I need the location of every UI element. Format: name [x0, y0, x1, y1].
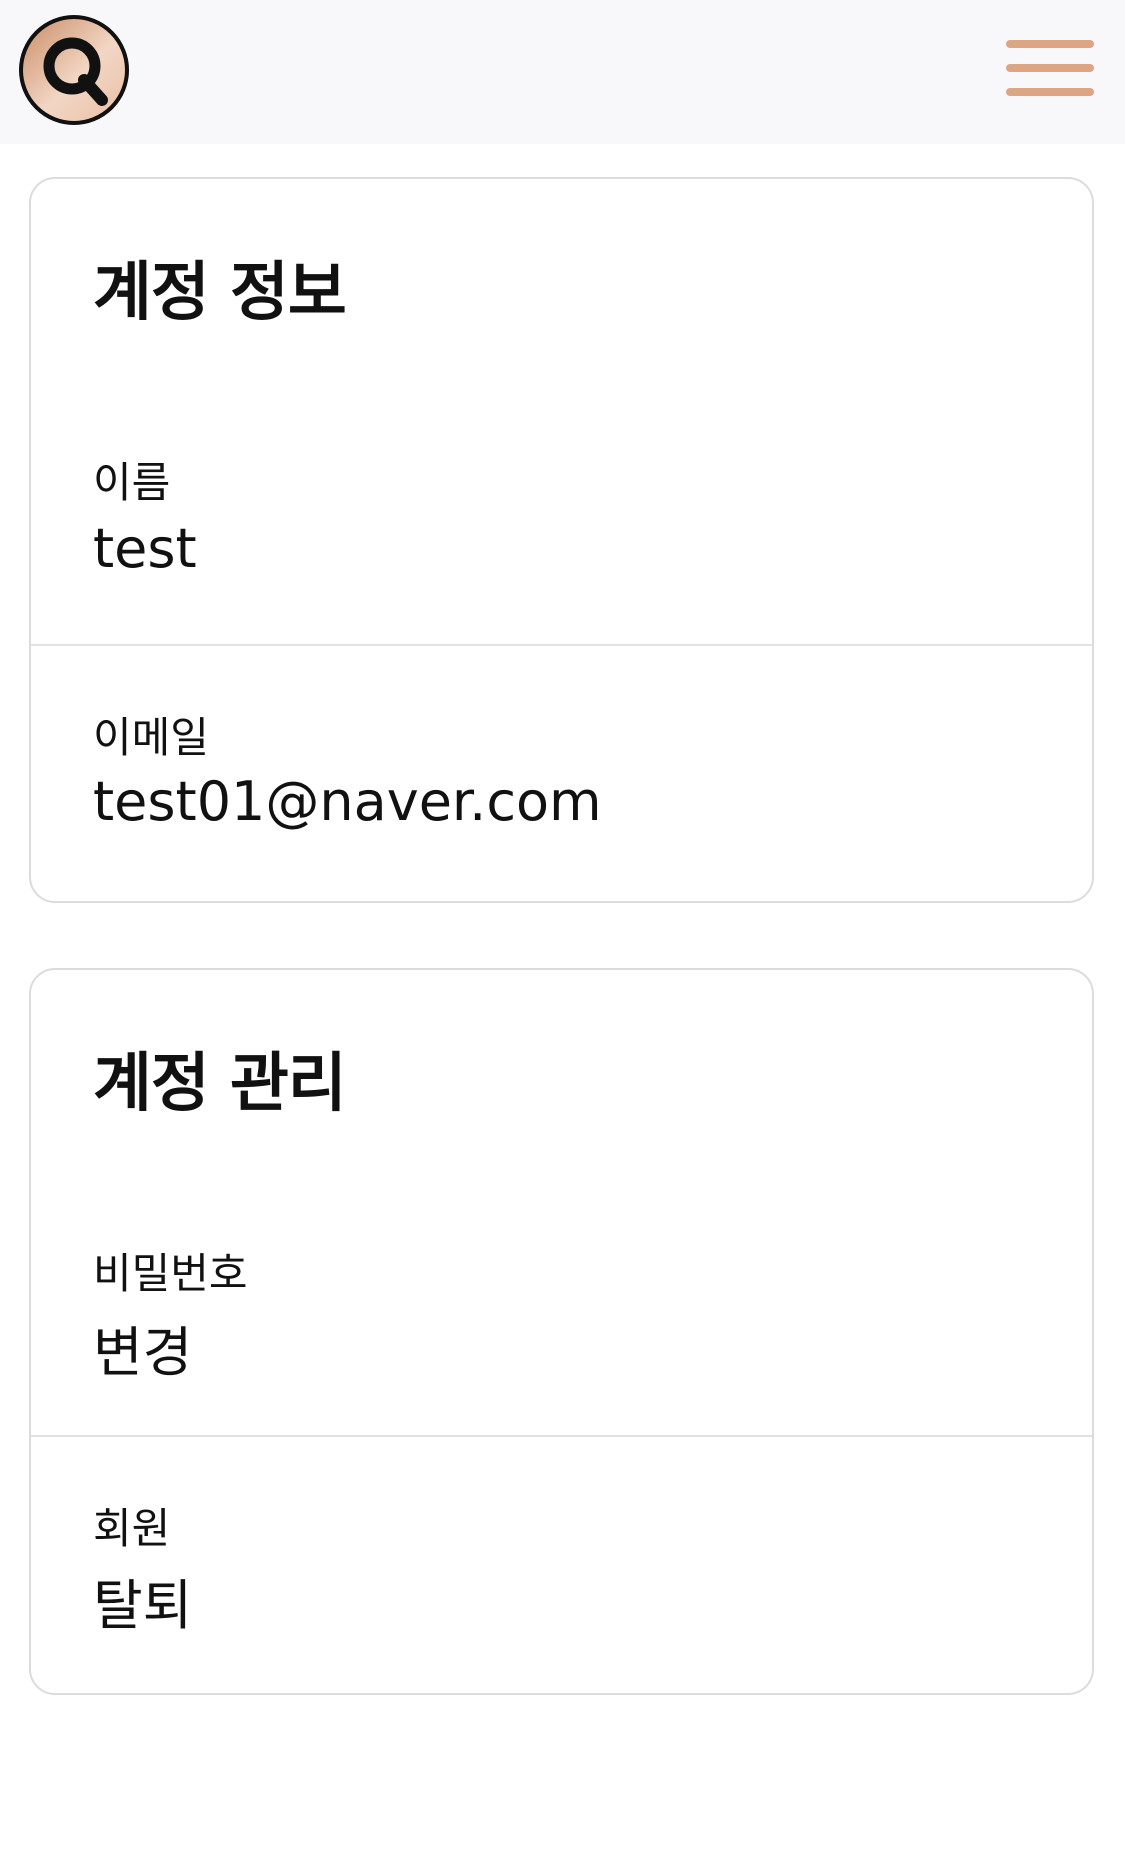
account-management-title: 계정 관리 — [93, 1047, 347, 1121]
search-logo-icon[interactable] — [18, 14, 130, 126]
email-value: test01@naver.com — [93, 770, 602, 833]
name-value: test — [93, 517, 197, 580]
email-label: 이메일 — [93, 713, 209, 762]
name-label: 이름 — [93, 458, 171, 507]
hamburger-menu-icon[interactable] — [1000, 34, 1096, 104]
membership-label: 회원 — [93, 1504, 171, 1553]
account-management-card: 계정 관리 비밀번호 변경 회원 탈퇴 — [29, 968, 1094, 1695]
password-label: 비밀번호 — [93, 1249, 248, 1298]
menu-bar — [1006, 64, 1094, 72]
account-info-title: 계정 정보 — [93, 256, 347, 330]
change-password-row[interactable]: 비밀번호 변경 — [31, 1210, 1092, 1435]
change-password-button[interactable]: 변경 — [93, 1308, 192, 1387]
withdraw-row[interactable]: 회원 탈퇴 — [31, 1435, 1092, 1693]
account-info-card: 계정 정보 이름 test 이메일 test01@naver.com — [29, 177, 1094, 903]
menu-bar — [1006, 40, 1094, 48]
top-header — [0, 0, 1125, 144]
withdraw-button[interactable]: 탈퇴 — [93, 1561, 192, 1640]
menu-bar — [1006, 88, 1094, 96]
email-row: 이메일 test01@naver.com — [31, 644, 1092, 901]
